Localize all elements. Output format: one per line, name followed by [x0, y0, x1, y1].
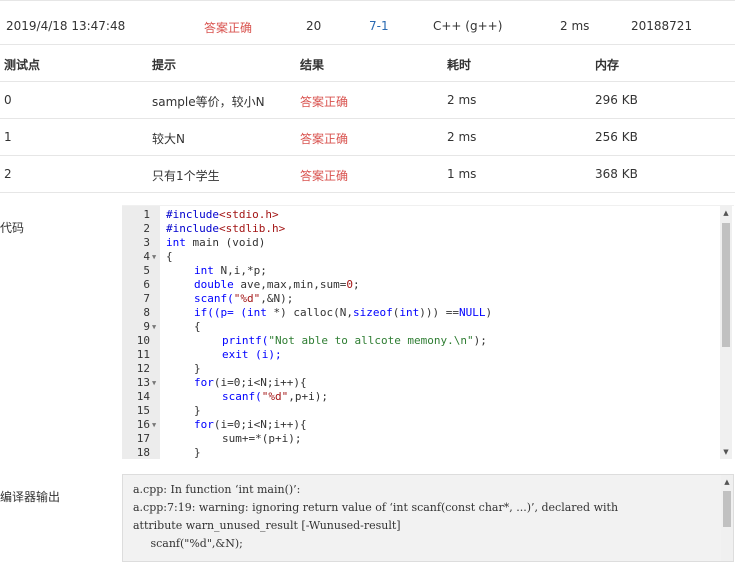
compiler-output-line: a.cpp:7:19: warning: ignoring return val… [133, 501, 619, 514]
submission-time: 2019/4/18 13:47:48 [6, 19, 126, 33]
submission-score: 20 [306, 19, 322, 33]
code-line: 6 double ave,max,min,sum=0; [143, 278, 360, 291]
submission-summary-row: 2019/4/18 13:47:48 答案正确 20 7-1 C++ (g++)… [0, 0, 735, 45]
code-line: 10 printf("Not able to allcote memony.\n"… [136, 334, 487, 347]
code-line: 12} [136, 362, 201, 375]
compiler-scrollbar-thumb[interactable] [723, 491, 731, 527]
scroll-up-icon[interactable]: ▲ [721, 475, 733, 489]
scroll-up-icon[interactable]: ▲ [720, 206, 732, 220]
case-id: 1 [4, 130, 12, 144]
scroll-down-icon[interactable]: ▼ [720, 445, 732, 459]
results-table: 测试点 提示 结果 耗时 内存 0 sample等价，较小N 答案正确 2 ms… [0, 45, 735, 193]
header-memory: 内存 [595, 58, 620, 72]
code-line: 17 sum+=*(p+i); [136, 432, 302, 445]
case-result: 答案正确 [300, 132, 349, 146]
case-result: 答案正确 [300, 95, 349, 109]
header-time: 耗时 [447, 58, 472, 72]
code-line: 14 scanf("%d",p+i); [136, 390, 328, 403]
code-line: 11 exit (i); [136, 348, 282, 361]
submission-compiler: C++ (g++) [433, 19, 503, 33]
compiler-output-line: scanf("%d",&N); [133, 537, 243, 550]
fold-arrow-icon[interactable]: ▼ [152, 376, 160, 390]
code-line: 13 ▼ for(i=0;i<N;i++){ [136, 376, 307, 390]
case-memory: 256 KB [595, 130, 638, 144]
code-line: 1 #include<stdio.h> [143, 208, 279, 221]
case-hint: 只有1个学生 [152, 169, 220, 183]
table-row: 0 sample等价，较小N 答案正确 2 ms 296 KB [0, 82, 735, 119]
case-hint: sample等价，较小N [152, 95, 265, 109]
problem-link[interactable]: 7-1 [369, 19, 389, 33]
compiler-output-panel[interactable]: a.cpp: In function ‘int main()’: a.cpp:7… [122, 474, 734, 562]
results-table-header: 测试点 提示 结果 耗时 内存 [0, 45, 735, 82]
compiler-output-line: attribute warn_unused_result [-Wunused-r… [133, 519, 401, 532]
compiler-output-label: 编译器输出 [0, 490, 61, 504]
submission-status: 答案正确 [204, 21, 253, 35]
case-id: 0 [4, 93, 12, 107]
compiler-scrollbar[interactable]: ▲ [721, 475, 733, 561]
code-line: 5 int N,i,*p; [143, 264, 267, 277]
case-time: 1 ms [447, 167, 477, 181]
header-hint: 提示 [152, 58, 177, 72]
code-label: 代码 [0, 221, 25, 235]
case-time: 2 ms [447, 93, 477, 107]
code-line: 8 if((p= (int *) calloc(N,sizeof(int))) =… [143, 306, 493, 319]
fold-arrow-icon[interactable]: ▼ [152, 250, 160, 264]
fold-arrow-icon[interactable]: ▼ [152, 418, 160, 432]
code-line: 16 ▼ for(i=0;i<N;i++){ [136, 418, 307, 432]
case-memory: 296 KB [595, 93, 638, 107]
code-editor[interactable]: 1 #include<stdio.h> 2 #include<stdlib.h> 3… [122, 205, 734, 459]
submission-elapsed: 2 ms [560, 19, 590, 33]
case-result: 答案正确 [300, 169, 349, 183]
code-line: 9 ▼{ [143, 320, 201, 334]
code-scrollbar[interactable]: ▲ ▼ [720, 206, 732, 459]
code-line: 4 ▼{ [143, 250, 173, 264]
compiler-output-line: a.cpp: In function ‘int main()’: [133, 483, 301, 496]
case-hint: 较大N [152, 132, 185, 146]
case-time: 2 ms [447, 130, 477, 144]
code-line: 3 int main (void) [143, 236, 266, 249]
submission-user[interactable]: 20188721 [631, 19, 692, 33]
code-scrollbar-thumb[interactable] [722, 223, 730, 347]
code-line: 7 scanf("%d",&N); [143, 292, 294, 305]
header-case: 测试点 [4, 58, 41, 72]
case-memory: 368 KB [595, 167, 638, 181]
header-result: 结果 [300, 58, 325, 72]
fold-arrow-icon[interactable]: ▼ [152, 320, 160, 334]
code-line: 15} [136, 404, 201, 417]
table-row: 1 较大N 答案正确 2 ms 256 KB [0, 119, 735, 156]
table-row: 2 只有1个学生 答案正确 1 ms 368 KB [0, 156, 735, 193]
code-line: 18} [136, 446, 201, 459]
code-lines: 1 #include<stdio.h> 2 #include<stdlib.h> 3… [122, 208, 734, 459]
case-id: 2 [4, 167, 12, 181]
code-line: 2 #include<stdlib.h> [143, 222, 286, 235]
